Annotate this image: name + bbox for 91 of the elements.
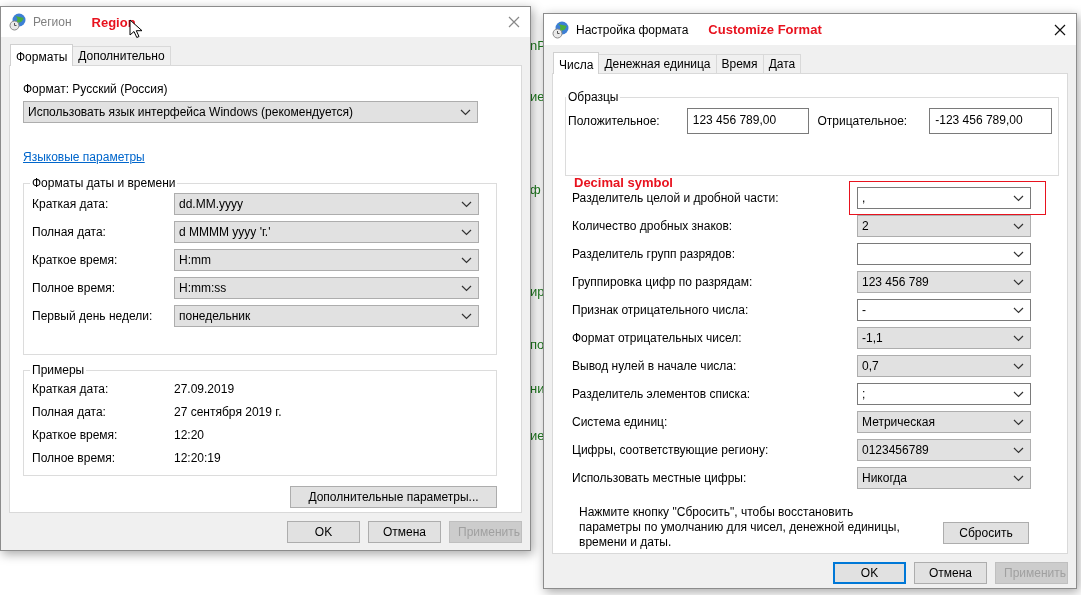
- window-title: Настройка формата: [576, 22, 689, 37]
- field-label: Первый день недели:: [32, 309, 154, 323]
- annotation-label: Decimal symbol: [574, 175, 673, 190]
- chevron-icon: [1013, 446, 1024, 454]
- globe-icon: [9, 13, 27, 31]
- field-label: Полное время:: [32, 281, 117, 295]
- example-value: 12:20:19: [174, 450, 221, 465]
- background-text: ф: [530, 182, 541, 197]
- annotation-label: Customize Format: [708, 22, 822, 37]
- combo-field[interactable]: -: [857, 299, 1031, 321]
- example-value: 12:20: [174, 427, 205, 442]
- format-label: Формат: Русский (Россия): [23, 82, 169, 96]
- field-label: Полное время:: [32, 450, 117, 465]
- background-text: ие: [530, 89, 545, 104]
- field-label: Использовать местные цифры:: [572, 471, 748, 485]
- field-label: Краткое время:: [32, 427, 119, 442]
- example-value: 27 сентября 2019 г.: [174, 404, 282, 419]
- chevron-icon: [1013, 362, 1024, 370]
- example-value: 27.09.2019: [174, 381, 235, 396]
- language-settings-link[interactable]: Языковые параметры: [23, 150, 145, 164]
- dialog-button[interactable]: OK: [833, 562, 906, 584]
- close-icon[interactable]: [1054, 23, 1066, 36]
- tab[interactable]: Денежная единица: [598, 54, 717, 73]
- chevron-icon: [1013, 278, 1024, 286]
- reset-button[interactable]: Сбросить: [943, 522, 1029, 544]
- field-label: Разделитель элементов списка:: [572, 387, 752, 401]
- chevron-icon: [1013, 390, 1024, 398]
- dialog-button[interactable]: Отмена: [368, 521, 441, 543]
- field-label: Положительное:: [568, 114, 661, 128]
- dropdown[interactable]: 123 456 789: [857, 271, 1031, 293]
- dropdown[interactable]: Использовать язык интерфейса Windows (рекомендуется): [23, 101, 478, 123]
- field-label: Признак отрицательного числа:: [572, 303, 750, 317]
- field-label: Вывод нулей в начале числа:: [572, 359, 738, 373]
- chevron-icon: [461, 256, 472, 264]
- dropdown[interactable]: Метрическая: [857, 411, 1031, 433]
- combo-field[interactable]: ,: [857, 187, 1031, 209]
- field-label: Формат отрицательных чисел:: [572, 331, 743, 345]
- field-label: Краткая дата:: [32, 197, 110, 211]
- globe-icon: [552, 20, 570, 39]
- tab[interactable]: Числа: [553, 52, 600, 74]
- field-label: Полная дата:: [32, 404, 107, 419]
- group-title: Образцы: [567, 90, 620, 104]
- dropdown[interactable]: dd.MM.yyyy: [174, 193, 479, 215]
- sample-value: 123 456 789,00: [686, 108, 810, 134]
- field-label: Группировка цифр по разрядам:: [572, 275, 754, 289]
- dropdown[interactable]: 0123456789: [857, 439, 1031, 461]
- field-label: Количество дробных знаков:: [572, 219, 734, 233]
- chevron-icon: [1013, 250, 1024, 258]
- dropdown[interactable]: H:mm: [174, 249, 479, 271]
- field-label: Цифры, соответствующие региону:: [572, 443, 770, 457]
- annotation-label: Region: [91, 14, 136, 30]
- background-text: ие: [530, 428, 545, 443]
- field-label: Краткое время:: [32, 253, 119, 267]
- chevron-icon: [460, 108, 471, 116]
- dropdown[interactable]: Никогда: [857, 467, 1031, 489]
- dropdown[interactable]: 2: [857, 215, 1031, 237]
- tab[interactable]: Дополнительно: [72, 46, 171, 65]
- tab[interactable]: Время: [715, 54, 764, 73]
- tab[interactable]: Дата: [762, 54, 802, 73]
- window-title: Регион: [33, 15, 72, 29]
- chevron-icon: [461, 312, 472, 320]
- dropdown[interactable]: 0,7: [857, 355, 1031, 377]
- more-settings-button[interactable]: Дополнительные параметры...: [290, 486, 497, 508]
- dialog-button[interactable]: OK: [287, 521, 360, 543]
- field-label: Разделитель целой и дробной части:: [572, 191, 780, 205]
- field-label: Разделитель групп разрядов:: [572, 247, 736, 261]
- chevron-icon: [1013, 194, 1024, 202]
- chevron-icon: [1013, 334, 1024, 342]
- combo-field[interactable]: [857, 243, 1031, 265]
- dropdown[interactable]: d MMMM yyyy 'г.': [174, 221, 479, 243]
- chevron-icon: [1013, 418, 1024, 426]
- dropdown[interactable]: H:mm:ss: [174, 277, 479, 299]
- chevron-icon: [1013, 474, 1024, 482]
- tab[interactable]: Форматы: [10, 44, 74, 66]
- chevron-icon: [1013, 306, 1024, 314]
- group-title: Примеры: [31, 363, 86, 377]
- hint-text: Нажмите кнопку "Сбросить", чтобы восстановить параметры по умолчанию для чисел, денежной единицы, времени и даты.: [579, 505, 901, 550]
- dropdown[interactable]: понедельник: [174, 305, 479, 327]
- combo-field[interactable]: ;: [857, 383, 1031, 405]
- sample-value: -123 456 789,00: [929, 108, 1052, 134]
- dialog-button[interactable]: Отмена: [914, 562, 987, 584]
- field-label: Краткая дата:: [32, 381, 110, 396]
- group-title: Форматы даты и времени: [31, 176, 177, 190]
- field-label: Отрицательное:: [817, 114, 909, 128]
- chevron-icon: [461, 284, 472, 292]
- field-label: Система единиц:: [572, 415, 669, 429]
- field-label: Полная дата:: [32, 225, 107, 239]
- dropdown[interactable]: -1,1: [857, 327, 1031, 349]
- chevron-icon: [1013, 222, 1024, 230]
- chevron-icon: [461, 200, 472, 208]
- chevron-icon: [461, 228, 472, 236]
